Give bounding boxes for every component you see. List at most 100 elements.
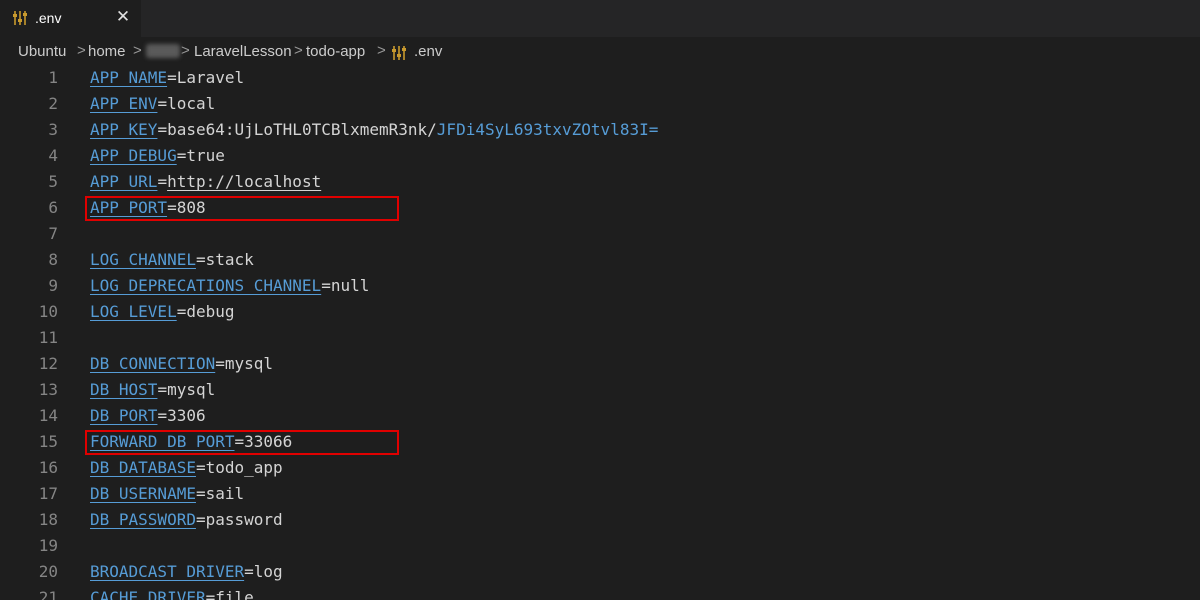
code-line: 10 LOG_LEVEL=debug: [0, 299, 1200, 325]
env-key: LOG_DEPRECATIONS_CHANNEL: [90, 276, 322, 295]
line-content[interactable]: LOG_CHANNEL=stack: [90, 247, 254, 273]
line-content[interactable]: DB_PASSWORD=password: [90, 507, 283, 533]
breadcrumb-item-laravellesson[interactable]: LaravelLesson: [194, 43, 292, 60]
equals-sign: =: [321, 276, 331, 295]
code-line: 5 APP_URL=http://localhost: [0, 169, 1200, 195]
env-value: mysql: [224, 354, 274, 373]
env-key: DB_HOST: [90, 380, 158, 399]
env-key: LOG_LEVEL: [90, 302, 177, 321]
line-content[interactable]: APP_DEBUG=true: [90, 143, 225, 169]
line-content[interactable]: DB_DATABASE=todo_app: [90, 455, 283, 481]
line-number: 19: [38, 536, 58, 555]
tab-label: .env: [35, 10, 62, 26]
env-key: DB_DATABASE: [90, 458, 196, 477]
env-value: log: [253, 562, 283, 581]
equals-sign: =: [215, 354, 225, 373]
line-content[interactable]: DB_PORT=3306: [90, 403, 206, 429]
code-line: 13 DB_HOST=mysql: [0, 377, 1200, 403]
settings-file-icon: [13, 11, 27, 25]
code-line: 16 DB_DATABASE=todo_app: [0, 455, 1200, 481]
line-number: 4: [48, 146, 58, 165]
breadcrumb-item-env[interactable]: .env: [414, 43, 442, 60]
code-line: 12 DB_CONNECTION=mysql: [0, 351, 1200, 377]
env-value: true: [186, 146, 225, 165]
line-number: 3: [48, 120, 58, 139]
env-key: CACHE_DRIVER: [90, 588, 206, 600]
chevron-right-icon: >: [133, 42, 142, 59]
equals-sign: =: [195, 510, 206, 529]
settings-file-icon: [392, 46, 406, 60]
env-value: 3306: [167, 406, 206, 425]
env-value: debug: [186, 302, 235, 321]
equals-sign: =: [157, 94, 168, 113]
tab-bar: .env ✕: [0, 0, 1200, 37]
code-line: 19: [0, 533, 1200, 559]
line-number: 15: [38, 432, 58, 451]
breadcrumb-item-ubuntu[interactable]: Ubuntu: [18, 43, 66, 60]
code-line: 2 APP_ENV=local: [0, 91, 1200, 117]
code-line: 18 DB_PASSWORD=password: [0, 507, 1200, 533]
close-icon[interactable]: ✕: [113, 6, 133, 28]
equals-sign: =: [176, 146, 187, 165]
code-line: 20 BROADCAST_DRIVER=log: [0, 559, 1200, 585]
line-content[interactable]: DB_USERNAME=sail: [90, 481, 244, 507]
equals-sign: =: [157, 120, 168, 139]
chevron-right-icon: >: [377, 42, 386, 59]
code-line: 4 APP_DEBUG=true: [0, 143, 1200, 169]
line-content[interactable]: APP_KEY=base64:UjLoTHL0TCBlxmemR3nk/JFDi…: [90, 117, 658, 143]
breadcrumb: Ubuntu > home > > LaravelLesson > todo-a…: [0, 37, 1200, 67]
env-value: sail: [205, 484, 245, 503]
env-key: APP_DEBUG: [90, 146, 177, 165]
line-content[interactable]: BROADCAST_DRIVER=log: [90, 559, 283, 585]
equals-sign: =: [167, 68, 177, 87]
line-content[interactable]: APP_ENV=local: [90, 91, 215, 117]
equals-sign: =: [205, 588, 216, 600]
env-value: mysql: [167, 380, 216, 399]
line-number: 18: [38, 510, 58, 529]
env-key: APP_KEY: [90, 120, 158, 139]
env-key: DB_PORT: [90, 406, 158, 425]
env-key: APP_URL: [90, 172, 158, 191]
breadcrumb-item-todo-app[interactable]: todo-app: [306, 43, 365, 60]
equals-sign: =: [195, 458, 206, 477]
tab-env[interactable]: .env ✕: [0, 0, 141, 37]
equals-sign: =: [195, 484, 206, 503]
code-editor[interactable]: 1 APP_NAME=Laravel 2 APP_ENV=local 3 APP…: [0, 68, 1200, 600]
equals-sign: =: [244, 562, 254, 581]
line-content[interactable]: APP_URL=http://localhost: [90, 169, 321, 195]
line-number: 9: [48, 276, 58, 295]
line-number: 2: [48, 94, 58, 113]
env-value: base64:UjLoTHL0TCBlxmemR3nk/: [167, 120, 437, 139]
line-content[interactable]: DB_HOST=mysql: [90, 377, 215, 403]
url-link[interactable]: http://localhost: [167, 172, 321, 191]
line-number: 21: [38, 588, 58, 600]
code-line: 1 APP_NAME=Laravel: [0, 68, 1200, 91]
env-value: todo_app: [205, 458, 283, 477]
env-key: APP_NAME: [90, 68, 168, 87]
env-value: null: [330, 276, 370, 295]
env-value: file: [215, 588, 254, 600]
line-content[interactable]: DB_CONNECTION=mysql: [90, 351, 273, 377]
code-line: 8 LOG_CHANNEL=stack: [0, 247, 1200, 273]
env-value: password: [205, 510, 283, 529]
equals-sign: =: [157, 406, 168, 425]
line-number: 13: [38, 380, 58, 399]
equals-sign: =: [157, 172, 168, 191]
code-line: 7: [0, 221, 1200, 247]
breadcrumb-item-home[interactable]: home: [88, 43, 126, 60]
equals-sign: =: [176, 302, 187, 321]
line-number: 17: [38, 484, 58, 503]
line-content[interactable]: LOG_DEPRECATIONS_CHANNEL=null: [90, 273, 369, 299]
highlight-box-forward-db-port: [85, 430, 399, 455]
line-content[interactable]: APP_NAME=Laravel: [90, 68, 244, 91]
line-content[interactable]: CACHE_DRIVER=file: [90, 585, 254, 600]
env-key: DB_USERNAME: [90, 484, 196, 503]
line-number: 11: [38, 328, 58, 347]
code-line: 9 LOG_DEPRECATIONS_CHANNEL=null: [0, 273, 1200, 299]
code-line: 14 DB_PORT=3306: [0, 403, 1200, 429]
line-number: 5: [48, 172, 58, 191]
line-content[interactable]: LOG_LEVEL=debug: [90, 299, 235, 325]
chevron-right-icon: >: [181, 42, 190, 59]
line-number: 14: [38, 406, 58, 425]
chevron-right-icon: >: [77, 42, 86, 59]
